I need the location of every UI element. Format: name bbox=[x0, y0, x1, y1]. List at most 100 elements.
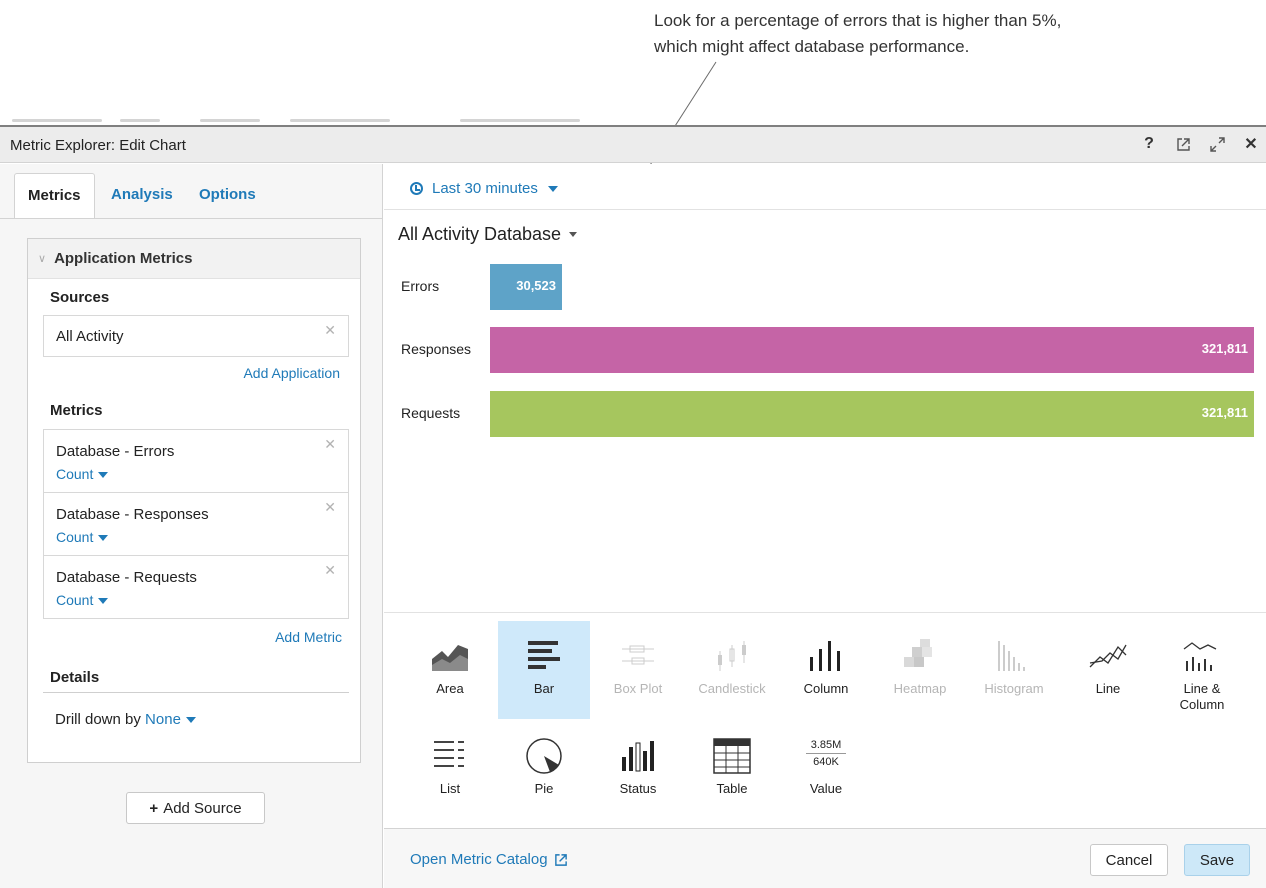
aggregation-dropdown[interactable]: Count bbox=[56, 529, 109, 545]
chart-type-bar[interactable]: Bar bbox=[498, 621, 590, 719]
aggregation-value: Count bbox=[56, 529, 94, 545]
collapse-chevron-icon[interactable]: ∨ bbox=[38, 252, 46, 265]
chart-type-line[interactable]: Line bbox=[1062, 621, 1154, 719]
category-label: Errors bbox=[401, 278, 440, 294]
chart-type-label: Bar bbox=[533, 681, 555, 696]
open-metric-catalog-link[interactable]: Open Metric Catalog bbox=[410, 851, 568, 868]
metric-item[interactable]: Database - Errors ✕ Count bbox=[43, 429, 349, 493]
chart-title: All Activity Database bbox=[398, 224, 562, 244]
chart-type-label: Pie bbox=[534, 781, 554, 796]
chart-type-label: Candlestick bbox=[698, 681, 766, 696]
chart-type-column[interactable]: Column bbox=[780, 621, 872, 719]
annotation-line-1: Look for a percentage of errors that is … bbox=[654, 11, 1062, 30]
help-icon[interactable]: ? bbox=[1140, 135, 1158, 153]
tab-metrics[interactable]: Metrics bbox=[14, 173, 95, 219]
bar[interactable] bbox=[490, 327, 1254, 373]
caret-down-icon bbox=[98, 472, 109, 479]
category-label: Responses bbox=[401, 341, 472, 357]
chart-type-list[interactable]: List bbox=[404, 721, 496, 819]
value-sample-bottom: 640K bbox=[806, 753, 846, 770]
annotation-callout: Look for a percentage of errors that is … bbox=[654, 8, 1214, 60]
metric-item[interactable]: Database - Responses ✕ Count bbox=[43, 492, 349, 556]
panel-header[interactable]: ∨ Application Metrics bbox=[28, 239, 360, 279]
chart-type-box-plot[interactable]: Box Plot bbox=[592, 621, 684, 719]
chart-type-histogram[interactable]: Histogram bbox=[968, 621, 1060, 719]
table-icon bbox=[712, 737, 752, 775]
clock-icon bbox=[410, 182, 423, 195]
tab-divider bbox=[0, 218, 383, 219]
tab-bar: Metrics Analysis Options bbox=[14, 173, 374, 219]
bar-value-label: 30,523 bbox=[516, 278, 556, 293]
status-icon bbox=[618, 737, 658, 775]
external-link-icon bbox=[554, 853, 567, 866]
sources-label: Sources bbox=[50, 289, 110, 306]
tab-analysis[interactable]: Analysis bbox=[98, 173, 186, 219]
chart-type-label: Line & Column bbox=[1179, 681, 1225, 712]
tab-options[interactable]: Options bbox=[186, 173, 269, 219]
chart-title-dropdown[interactable]: All Activity Database bbox=[398, 224, 578, 245]
caret-down-icon bbox=[185, 717, 196, 724]
chart-type-label: List bbox=[439, 781, 461, 796]
cancel-button[interactable]: Cancel bbox=[1090, 844, 1168, 876]
pie-chart-icon bbox=[524, 737, 564, 775]
annotation-line-2: which might affect database performance. bbox=[654, 37, 970, 56]
bar[interactable] bbox=[490, 391, 1254, 437]
chart-type-label: Area bbox=[436, 681, 464, 696]
area-chart-icon bbox=[430, 637, 470, 675]
chart-type-label: Line bbox=[1095, 681, 1121, 696]
application-metrics-panel: ∨ Application Metrics Sources All Activi… bbox=[27, 238, 361, 763]
external-link-icon[interactable] bbox=[1174, 135, 1192, 153]
value-icon: 3.85M 640K bbox=[806, 737, 846, 775]
save-button[interactable]: Save bbox=[1184, 844, 1250, 876]
chart-type-picker: Area Bar Box Plot Candlestick Column Heatmap H… bbox=[384, 612, 1266, 827]
bar-chart-icon bbox=[524, 637, 564, 675]
aggregation-dropdown[interactable]: Count bbox=[56, 466, 109, 482]
chart-type-candlestick[interactable]: Candlestick bbox=[686, 621, 778, 719]
add-application-link[interactable]: Add Application bbox=[243, 365, 340, 381]
add-metric-link[interactable]: Add Metric bbox=[275, 629, 342, 645]
list-icon bbox=[430, 737, 470, 775]
dialog-titlebar: Metric Explorer: Edit Chart ? ✕ bbox=[0, 127, 1266, 163]
add-source-label: Add Source bbox=[163, 799, 242, 817]
line-chart-icon bbox=[1088, 637, 1128, 675]
chart-type-line[interactable]: Line & Column bbox=[1156, 621, 1248, 719]
chart-type-area[interactable]: Area bbox=[404, 621, 496, 719]
caret-down-icon bbox=[98, 598, 109, 605]
drill-down-dropdown[interactable]: None bbox=[145, 711, 196, 728]
column-chart-icon bbox=[806, 637, 846, 675]
remove-metric-icon[interactable]: ✕ bbox=[324, 499, 336, 516]
caret-down-icon bbox=[98, 535, 109, 542]
source-field[interactable]: All Activity ✕ bbox=[43, 315, 349, 357]
remove-metric-icon[interactable]: ✕ bbox=[324, 436, 336, 453]
chart-type-pie[interactable]: Pie bbox=[498, 721, 590, 819]
time-range-label: Last 30 minutes bbox=[432, 180, 538, 197]
chart-type-table[interactable]: Table bbox=[686, 721, 778, 819]
metric-name: Database - Errors bbox=[56, 443, 175, 460]
candlestick-icon bbox=[712, 637, 752, 675]
aggregation-value: Count bbox=[56, 466, 94, 482]
chart-type-label: Column bbox=[803, 681, 849, 696]
details-divider bbox=[43, 692, 349, 693]
close-icon[interactable]: ✕ bbox=[1242, 135, 1260, 153]
metric-name: Database - Responses bbox=[56, 506, 209, 523]
time-range-bar: Last 30 minutes bbox=[384, 164, 1266, 210]
remove-source-icon[interactable]: ✕ bbox=[324, 322, 336, 339]
time-range-picker[interactable]: Last 30 minutes bbox=[410, 180, 558, 197]
dialog-footer: Open Metric Catalog Cancel Save bbox=[384, 828, 1266, 888]
chart-type-value[interactable]: 3.85M 640K Value bbox=[780, 721, 872, 819]
drill-down-label: Drill down by bbox=[55, 711, 141, 728]
chart-type-heatmap[interactable]: Heatmap bbox=[874, 621, 966, 719]
chart-type-label: Status bbox=[619, 781, 657, 796]
aggregation-dropdown[interactable]: Count bbox=[56, 592, 109, 608]
add-source-button[interactable]: + Add Source bbox=[126, 792, 265, 824]
expand-icon[interactable] bbox=[1208, 135, 1226, 153]
line-column-icon bbox=[1182, 637, 1222, 675]
aggregation-value: Count bbox=[56, 592, 94, 608]
heatmap-icon bbox=[900, 637, 940, 675]
chart-preview-panel: Last 30 minutes All Activity Database Er… bbox=[384, 164, 1266, 888]
bar-chart: Errors 30,523 Responses 321,811 Requests 321,… bbox=[384, 254, 1266, 464]
plus-icon: + bbox=[149, 799, 159, 817]
remove-metric-icon[interactable]: ✕ bbox=[324, 562, 336, 579]
metric-item[interactable]: Database - Requests ✕ Count bbox=[43, 555, 349, 619]
chart-type-status[interactable]: Status bbox=[592, 721, 684, 819]
